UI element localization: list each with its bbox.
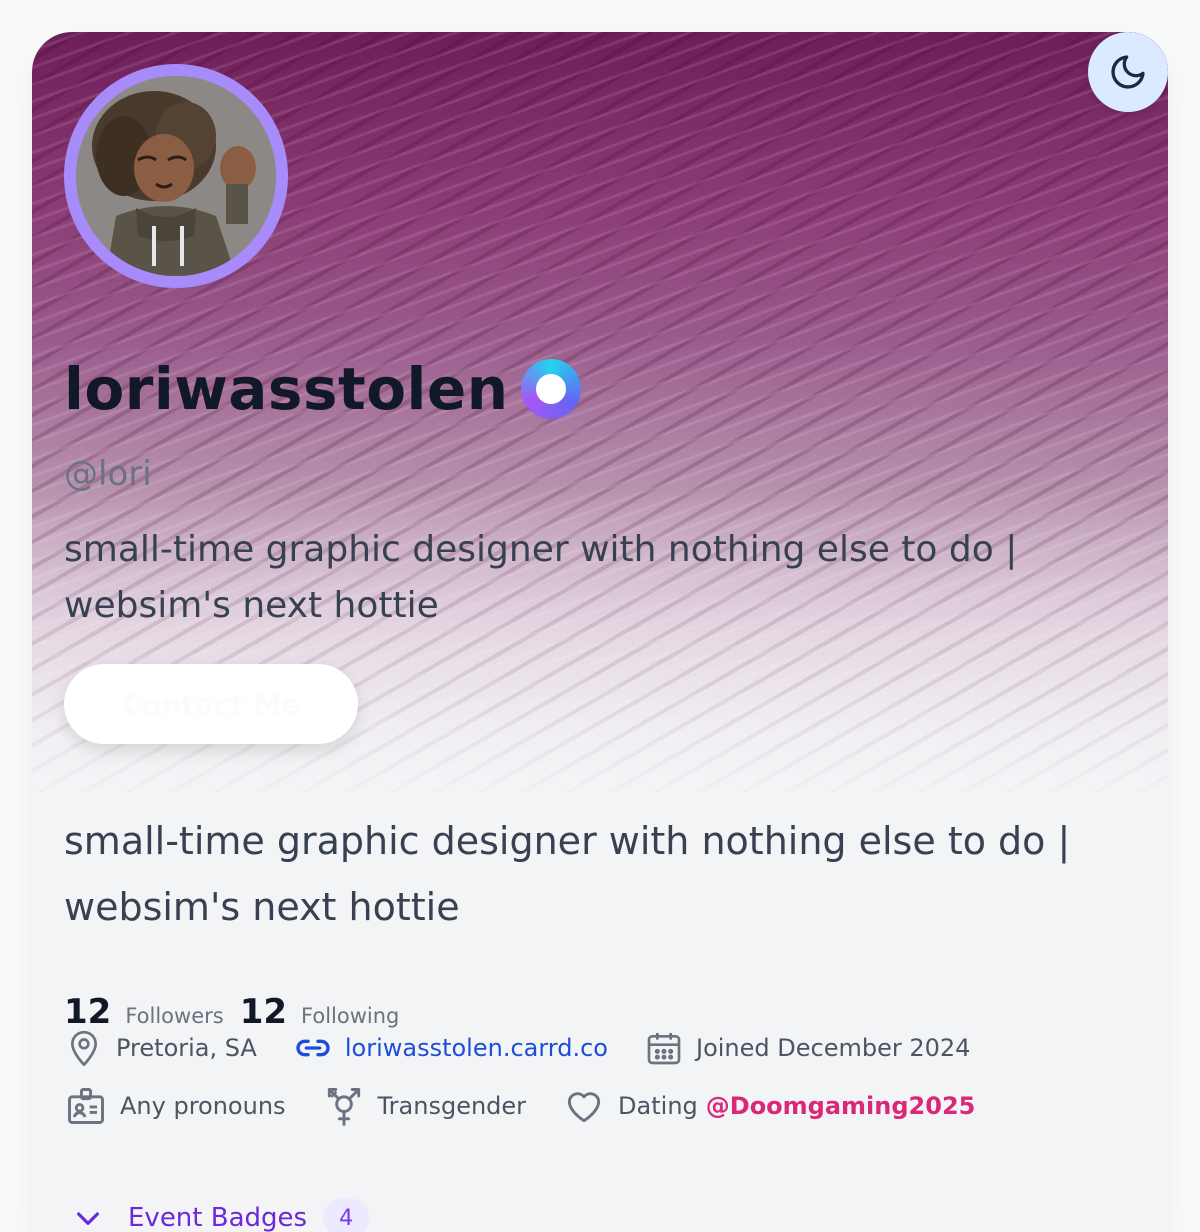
gender-item: Transgender bbox=[322, 1084, 527, 1128]
followers-count[interactable]: 12 bbox=[64, 992, 111, 1032]
dating-mention-link[interactable]: @Doomgaming2025 bbox=[706, 1092, 976, 1120]
contact-me-button[interactable]: Contact Me bbox=[64, 664, 358, 744]
transgender-icon bbox=[327, 1088, 360, 1126]
contact-me-label: Contact Me bbox=[121, 687, 301, 721]
banner-bio: small-time graphic designer with nothing… bbox=[64, 529, 1018, 626]
event-badges-count: 4 bbox=[323, 1198, 370, 1232]
profile-bio: small-time graphic designer with nothing… bbox=[64, 819, 1071, 929]
heart-icon bbox=[567, 1092, 601, 1123]
avatar-image bbox=[76, 76, 276, 276]
details-row-1: Pretoria, SA loriwasstolen.carrd.co Join… bbox=[64, 1028, 1006, 1068]
pronouns-item: Any pronouns bbox=[64, 1084, 286, 1128]
location-text: Pretoria, SA bbox=[116, 1034, 257, 1062]
dating-label: Dating bbox=[618, 1092, 698, 1120]
follow-stats: 12 Followers 12 Following bbox=[64, 992, 415, 1032]
following-label[interactable]: Following bbox=[301, 1004, 399, 1028]
location-item: Pretoria, SA bbox=[64, 1028, 257, 1068]
followers-label[interactable]: Followers bbox=[125, 1004, 223, 1028]
event-badges-label: Event Badges bbox=[128, 1203, 308, 1232]
verified-icon bbox=[520, 359, 581, 419]
link-icon bbox=[296, 1039, 330, 1057]
gender-text: Transgender bbox=[377, 1092, 527, 1120]
location-pin-icon bbox=[71, 1030, 97, 1066]
event-badges-toggle[interactable]: Event Badges 4 bbox=[72, 1198, 370, 1232]
website-link[interactable]: loriwasstolen.carrd.co bbox=[345, 1034, 608, 1062]
dating-item: Dating @Doomgaming2025 bbox=[562, 1084, 975, 1128]
theme-toggle-button[interactable] bbox=[1088, 32, 1168, 112]
name-row: loriwasstolen bbox=[64, 354, 581, 424]
id-card-icon bbox=[68, 1088, 104, 1124]
moon-icon bbox=[1111, 55, 1145, 89]
display-name: loriwasstolen bbox=[64, 355, 509, 423]
joined-text: Joined December 2024 bbox=[696, 1034, 971, 1062]
avatar[interactable] bbox=[64, 64, 288, 288]
following-count[interactable]: 12 bbox=[240, 992, 287, 1032]
username-handle: @lori bbox=[64, 454, 152, 494]
details-row-2: Any pronouns Transgender Dating @Doomgam… bbox=[64, 1084, 1011, 1128]
chevron-down-icon bbox=[77, 1212, 99, 1225]
profile-card: loriwasstolen @lori small-time graphic d… bbox=[32, 32, 1168, 1232]
calendar-icon bbox=[647, 1033, 681, 1065]
website-item[interactable]: loriwasstolen.carrd.co bbox=[293, 1028, 608, 1068]
pronouns-text: Any pronouns bbox=[120, 1092, 286, 1120]
joined-item: Joined December 2024 bbox=[644, 1028, 970, 1068]
